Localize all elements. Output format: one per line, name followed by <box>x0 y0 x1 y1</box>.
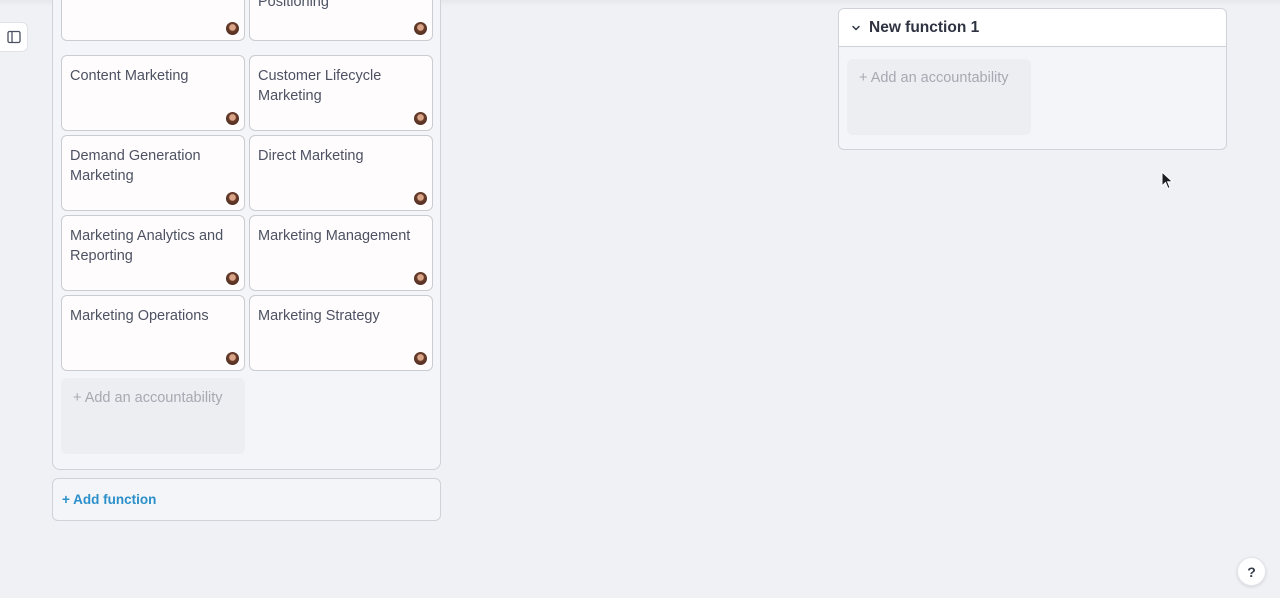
accountability-card[interactable]: Marketing Management <box>249 215 433 291</box>
accountability-title: Marketing Management <box>258 228 411 244</box>
accountability-title: Marketing Analytics and Reporting <box>70 228 224 264</box>
new-function-header: New function 1 <box>839 9 1226 47</box>
help-label: ? <box>1247 563 1256 580</box>
owner-avatar[interactable] <box>225 21 240 36</box>
mouse-pointer-icon <box>1161 171 1174 190</box>
accountability-title: Content Marketing <box>70 68 189 84</box>
accountability-card[interactable]: Content Marketing <box>61 55 245 131</box>
accountability-card[interactable]: Customer Lifecycle Marketing <box>249 55 433 131</box>
accountability-title: Demand Generation Marketing <box>70 148 201 184</box>
accountability-card[interactable]: Marketing Analytics and Reporting <box>61 215 245 291</box>
chevron-down-icon[interactable] <box>851 23 861 33</box>
owner-avatar[interactable] <box>413 351 428 366</box>
new-function-panel: New function 1 + Add an accountability <box>838 8 1227 150</box>
sidebar-panel-icon <box>6 30 21 44</box>
owner-avatar[interactable] <box>225 111 240 126</box>
marketing-function-panel: Positioning Content Marketing Customer L… <box>52 0 441 470</box>
add-function-button[interactable]: + Add function <box>52 478 441 521</box>
accountability-title: Marketing Operations <box>70 308 209 324</box>
accountability-card[interactable]: Demand Generation Marketing <box>61 135 245 211</box>
accountability-card[interactable] <box>61 0 245 41</box>
accountability-title: Customer Lifecycle Marketing <box>258 68 382 104</box>
add-accountability-button[interactable]: + Add an accountability <box>61 378 245 454</box>
accountability-title: Marketing Strategy <box>258 308 380 324</box>
owner-avatar[interactable] <box>413 271 428 286</box>
owner-avatar[interactable] <box>413 111 428 126</box>
function-title[interactable]: New function 1 <box>869 19 979 37</box>
owner-avatar[interactable] <box>225 271 240 286</box>
add-function-label: + Add function <box>62 492 157 507</box>
sidebar-toggle-button[interactable] <box>0 22 28 52</box>
accountability-card[interactable]: Marketing Operations <box>61 295 245 371</box>
help-button[interactable]: ? <box>1237 557 1266 586</box>
owner-avatar[interactable] <box>225 191 240 206</box>
add-accountability-button[interactable]: + Add an accountability <box>847 59 1031 135</box>
accountability-card[interactable]: Marketing Strategy <box>249 295 433 371</box>
accountability-title: Direct Marketing <box>258 148 364 164</box>
owner-avatar[interactable] <box>413 191 428 206</box>
owner-avatar[interactable] <box>225 351 240 366</box>
accountability-card[interactable]: Positioning <box>249 0 433 41</box>
accountability-card[interactable]: Direct Marketing <box>249 135 433 211</box>
accountability-title: Positioning <box>258 0 329 10</box>
owner-avatar[interactable] <box>413 21 428 36</box>
